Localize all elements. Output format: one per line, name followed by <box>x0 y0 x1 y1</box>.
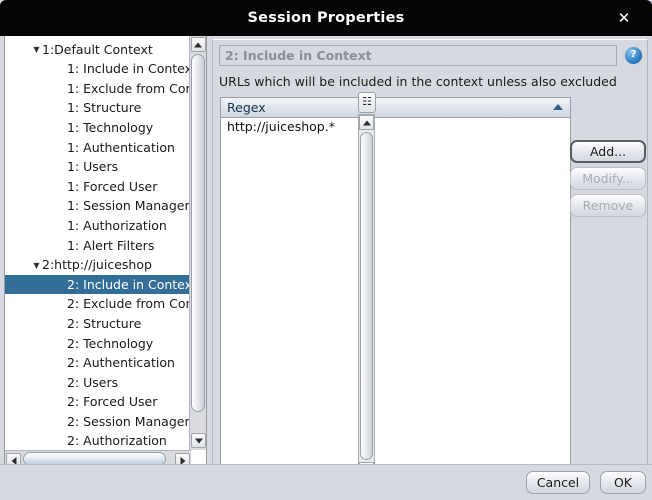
column-header-regex[interactable]: Regex <box>227 98 266 117</box>
panel-title: 2: Include in Context <box>219 45 617 66</box>
tree-item[interactable]: ▼1:Default Context <box>5 40 191 60</box>
tree-item[interactable]: 1: Include in Context <box>5 59 191 79</box>
dialog-footer: Cancel OK <box>0 464 652 500</box>
tree-item[interactable]: 1: Forced User <box>5 177 191 197</box>
table-vertical-scroll-thumb[interactable] <box>360 132 373 460</box>
tree-item-label: 2: Forced User <box>67 394 157 409</box>
tree-item-label: 2: Structure <box>67 316 141 331</box>
tree-item-label: 1: Technology <box>67 120 153 135</box>
window-title: Session Properties <box>0 0 652 36</box>
regex-table[interactable]: Regex http://juiceshop.* <box>220 97 571 482</box>
include-in-context-panel: 2: Include in Context ? URLs which will … <box>212 39 648 496</box>
tree-item-label: 2: Users <box>67 375 118 390</box>
tree-item[interactable]: 2: Include in Context <box>5 275 191 295</box>
tree-item[interactable]: 2: Structure <box>5 314 191 334</box>
tree-item[interactable]: ▼2:http://juiceshop <box>5 255 191 275</box>
context-tree[interactable]: ▼Contexts▼1:Default Context1: Include in… <box>5 36 191 450</box>
table-vertical-scrollbar[interactable] <box>358 114 375 478</box>
sort-ascending-icon[interactable] <box>553 104 563 110</box>
tree-item-label: 1: Forced User <box>67 179 157 194</box>
table-body: http://juiceshop.* <box>221 118 570 481</box>
help-icon-glyph: ? <box>625 47 642 62</box>
modify-button: Modify... <box>570 167 646 190</box>
column-selector-icon[interactable]: ☷ <box>358 92 376 113</box>
tree-item-label: 1: Users <box>67 159 118 174</box>
tree-item-label: 1: Authentication <box>67 140 175 155</box>
panel-description: URLs which will be included in the conte… <box>219 74 617 89</box>
tree-item-label: 1: Structure <box>67 100 141 115</box>
tree-item-label: 2: Exclude from Context <box>67 296 191 311</box>
add-button[interactable]: Add... <box>570 140 646 163</box>
tree-item[interactable]: 1: Authentication <box>5 138 191 158</box>
chevron-down-icon[interactable]: ▼ <box>31 40 42 60</box>
tree-item[interactable]: 1: Users <box>5 157 191 177</box>
table-row[interactable]: http://juiceshop.* <box>221 118 570 136</box>
tree-item[interactable]: 2: Users <box>5 373 191 393</box>
tree-scroll-down-icon[interactable] <box>191 433 206 448</box>
chevron-down-icon[interactable]: ▼ <box>31 256 42 276</box>
tree-item[interactable]: 2: Session Management <box>5 412 191 432</box>
tree-item-label: 2: Session Management <box>67 414 191 429</box>
panel-header: 2: Include in Context ? <box>219 45 643 66</box>
tree-item-label: 1: Alert Filters <box>67 238 154 253</box>
tree-item[interactable]: 2: Authentication <box>5 353 191 373</box>
ok-button[interactable]: OK <box>600 471 646 494</box>
tree-vertical-scrollbar[interactable] <box>189 36 206 450</box>
tree-item[interactable]: 2: Exclude from Context <box>5 294 191 314</box>
tree-item[interactable]: 1: Technology <box>5 118 191 138</box>
tree-item[interactable]: 2: Forced User <box>5 392 191 412</box>
tree-item-label: 1: Authorization <box>67 218 167 233</box>
tree-scroll-up-icon[interactable] <box>191 37 206 52</box>
context-tree-panel: ▼Contexts▼1:Default Context1: Include in… <box>4 36 207 468</box>
close-icon[interactable]: ✕ <box>610 0 638 36</box>
tree-item-label: 2: Technology <box>67 336 153 351</box>
tree-item-label: 1: Exclude from Context <box>67 81 191 96</box>
column-selector-glyph: ☷ <box>361 95 373 108</box>
tree-item[interactable]: 1: Session Management <box>5 196 191 216</box>
tree-item-label: 2: Include in Context <box>67 277 191 292</box>
tree-item[interactable]: 1: Exclude from Context <box>5 79 191 99</box>
tree-item-label: 1: Include in Context <box>67 61 191 76</box>
tree-item-label: 1: Session Management <box>67 198 191 213</box>
cancel-button[interactable]: Cancel <box>526 471 590 494</box>
tree-item-label: 2: Authentication <box>67 355 175 370</box>
tree-item[interactable]: 2: Authorization <box>5 431 191 450</box>
session-properties-dialog: Session Properties ✕ ▼Contexts▼1:Default… <box>0 0 652 500</box>
help-icon[interactable]: ? <box>624 46 643 65</box>
tree-item-label: 2: Authorization <box>67 433 167 448</box>
tree-item-label: 1:Default Context <box>42 42 153 57</box>
remove-button: Remove <box>570 194 646 217</box>
context-tree-rows: ▼Contexts▼1:Default Context1: Include in… <box>5 36 191 450</box>
title-bar: Session Properties ✕ <box>0 0 652 36</box>
tree-item-label: 2:http://juiceshop <box>42 257 152 272</box>
tree-item[interactable]: 1: Alert Filters <box>5 236 191 256</box>
tree-item[interactable]: 1: Structure <box>5 98 191 118</box>
table-scroll-up-icon[interactable] <box>359 115 374 130</box>
table-header-row[interactable]: Regex <box>221 98 570 118</box>
tree-item-label: Contexts <box>30 36 85 37</box>
tree-vertical-scroll-thumb[interactable] <box>191 54 205 412</box>
dialog-content: ▼Contexts▼1:Default Context1: Include in… <box>0 36 652 500</box>
tree-item[interactable]: 2: Technology <box>5 334 191 354</box>
tree-item[interactable]: 1: Authorization <box>5 216 191 236</box>
